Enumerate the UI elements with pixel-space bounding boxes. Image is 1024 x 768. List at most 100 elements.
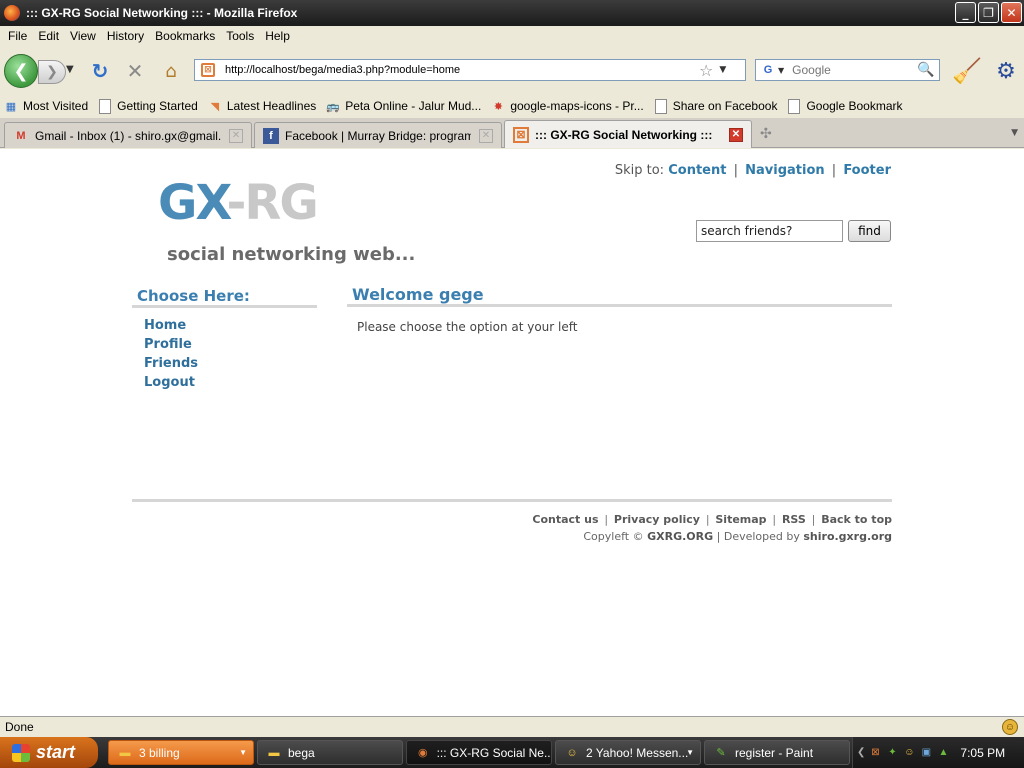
menu-view[interactable]: View — [70, 29, 96, 43]
site-tagline: social networking web... — [167, 244, 416, 265]
developer-link[interactable]: shiro.gxrg.org — [803, 530, 892, 543]
task-firefox[interactable]: ◉ ::: GX-RG Social Ne... — [406, 740, 552, 765]
page-icon — [787, 98, 801, 114]
addon-icon[interactable]: ⚙ — [992, 56, 1020, 86]
bookmark-most-visited[interactable]: ▦ Most Visited — [4, 98, 88, 114]
org-link[interactable]: GXRG.ORG — [647, 530, 713, 543]
task-billing[interactable]: ▬ 3 billing ▼ — [108, 740, 254, 765]
page-icon — [98, 98, 112, 114]
tab-list-dropdown-icon[interactable]: ▼ — [1011, 128, 1018, 138]
task-label: ::: GX-RG Social Ne... — [436, 745, 551, 760]
google-icon[interactable]: G — [760, 62, 776, 78]
bookmark-google-maps-icons[interactable]: ✸ google-maps-icons - Pr... — [491, 98, 644, 114]
task-bega[interactable]: ▬ bega — [257, 740, 403, 765]
footer-links: Contact us | Privacy policy | Sitemap | … — [532, 513, 892, 526]
menu-bookmarks[interactable]: Bookmarks — [155, 29, 215, 43]
bookmark-google-bookmark[interactable]: Google Bookmark — [787, 98, 903, 114]
main-title: Welcome gege — [352, 285, 484, 304]
windows-taskbar: start ▬ 3 billing ▼ ▬ bega ◉ ::: GX-RG S… — [0, 737, 1024, 768]
new-tab-icon[interactable]: ✣ — [760, 126, 772, 142]
sidebar-item-friends[interactable]: Friends — [144, 354, 198, 373]
footer-link-sitemap[interactable]: Sitemap — [715, 513, 766, 526]
separator: | — [831, 163, 837, 178]
stop-button[interactable]: ✕ — [124, 59, 146, 83]
tab-strip: M Gmail - Inbox (1) - shiro.gx@gmail.com… — [0, 118, 1024, 148]
tab-close-icon[interactable]: ✕ — [729, 127, 743, 142]
clear-history-broom-icon[interactable]: 🧹 — [952, 56, 982, 86]
footer-link-privacy[interactable]: Privacy policy — [614, 513, 700, 526]
bookmark-share-on-facebook[interactable]: Share on Facebook — [654, 98, 778, 114]
sidebar-title: Choose Here: — [137, 287, 250, 305]
skip-content-link[interactable]: Content — [668, 163, 726, 178]
tab-facebook[interactable]: f Facebook | Murray Bridge: program 17..… — [254, 122, 502, 148]
bookmark-peta-online[interactable]: 🚌 Peta Online - Jalur Mud... — [326, 98, 481, 114]
bookmark-label: Share on Facebook — [672, 99, 778, 113]
search-input[interactable] — [792, 63, 918, 77]
logo-dash: - — [226, 175, 247, 231]
footer-link-contact[interactable]: Contact us — [532, 513, 598, 526]
sidebar-item-logout[interactable]: Logout — [144, 373, 198, 392]
logo-gx: GX — [158, 175, 228, 231]
signal-icon[interactable]: ▲ — [936, 746, 950, 760]
tab-gx-rg[interactable]: ⊠ ::: GX-RG Social Networking ::: ✕ — [504, 120, 752, 148]
tab-close-icon[interactable]: ✕ — [479, 128, 493, 143]
start-button[interactable]: start — [0, 737, 98, 768]
search-engine-dropdown-icon[interactable]: ▼ — [778, 66, 784, 75]
task-yahoo-messenger[interactable]: ☺ 2 Yahoo! Messen... ▼ — [555, 740, 701, 765]
separator: | — [772, 513, 777, 526]
url-bar[interactable]: ⊠ ☆ ▼ — [194, 59, 746, 81]
sidebar-item-home[interactable]: Home — [144, 316, 198, 335]
menu-history[interactable]: History — [107, 29, 144, 43]
smiley-addon-icon[interactable]: ☺ — [1002, 719, 1018, 735]
search-icon[interactable]: 🔍 — [917, 62, 934, 78]
find-button[interactable]: find — [848, 220, 891, 242]
site-logo[interactable]: GX-RG — [158, 175, 319, 231]
menu-edit[interactable]: Edit — [38, 29, 59, 43]
close-button[interactable]: ✕ — [1001, 2, 1022, 23]
menu-help[interactable]: Help — [265, 29, 290, 43]
home-icon: ⌂ — [165, 60, 177, 82]
bookmark-star-icon[interactable]: ☆ — [699, 61, 713, 80]
logo-rg: RG — [244, 175, 318, 231]
separator: | — [705, 513, 710, 526]
separator: | — [811, 513, 816, 526]
main-message: Please choose the option at your left — [357, 320, 578, 334]
tab-close-icon[interactable]: ✕ — [229, 128, 243, 143]
tray-app-icon[interactable]: ✦ — [885, 746, 899, 760]
forward-button[interactable]: ❯ — [38, 60, 66, 84]
bookmark-latest-headlines[interactable]: ◥ Latest Headlines — [208, 98, 317, 114]
sidebar-divider — [132, 305, 317, 308]
skip-footer-link[interactable]: Footer — [843, 163, 891, 178]
task-label: register - Paint — [735, 745, 814, 760]
system-tray: ❮ ⊠ ✦ ☺ ▣ ▲ 7:05 PM — [852, 737, 1024, 768]
start-label: start — [36, 742, 76, 762]
menu-file[interactable]: File — [8, 29, 27, 43]
task-paint[interactable]: ✎ register - Paint — [704, 740, 850, 765]
tray-expand-icon[interactable]: ❮ — [857, 747, 865, 758]
reload-icon: ↻ — [91, 59, 109, 83]
search-friends-input[interactable] — [696, 220, 843, 242]
minimize-button[interactable]: _ — [955, 2, 976, 23]
xampp-icon[interactable]: ⊠ — [868, 746, 882, 760]
window-controls: _ ❐ ✕ — [955, 2, 1022, 23]
developed-by-label: | Developed by — [716, 530, 800, 543]
url-input[interactable] — [225, 64, 695, 76]
bookmark-label: google-maps-icons - Pr... — [510, 99, 644, 113]
page-icon — [654, 98, 668, 114]
bookmark-getting-started[interactable]: Getting Started — [98, 98, 198, 114]
skip-navigation-link[interactable]: Navigation — [745, 163, 825, 178]
menu-tools[interactable]: Tools — [226, 29, 254, 43]
network-icon[interactable]: ▣ — [919, 746, 933, 760]
reload-button[interactable]: ↻ — [89, 59, 111, 83]
tab-gmail[interactable]: M Gmail - Inbox (1) - shiro.gx@gmail.com… — [4, 122, 252, 148]
footer-link-rss[interactable]: RSS — [782, 513, 806, 526]
url-dropdown-icon[interactable]: ▼ — [719, 65, 726, 75]
back-button[interactable]: ❮ — [4, 54, 38, 88]
home-button[interactable]: ⌂ — [160, 60, 182, 82]
sidebar-item-profile[interactable]: Profile — [144, 335, 198, 354]
history-dropdown-icon[interactable]: ▼ — [66, 64, 74, 75]
restore-button[interactable]: ❐ — [978, 2, 999, 23]
search-bar[interactable]: G ▼ 🔍 — [755, 59, 940, 81]
footer-link-back-to-top[interactable]: Back to top — [821, 513, 892, 526]
yahoo-tray-icon[interactable]: ☺ — [902, 746, 916, 760]
